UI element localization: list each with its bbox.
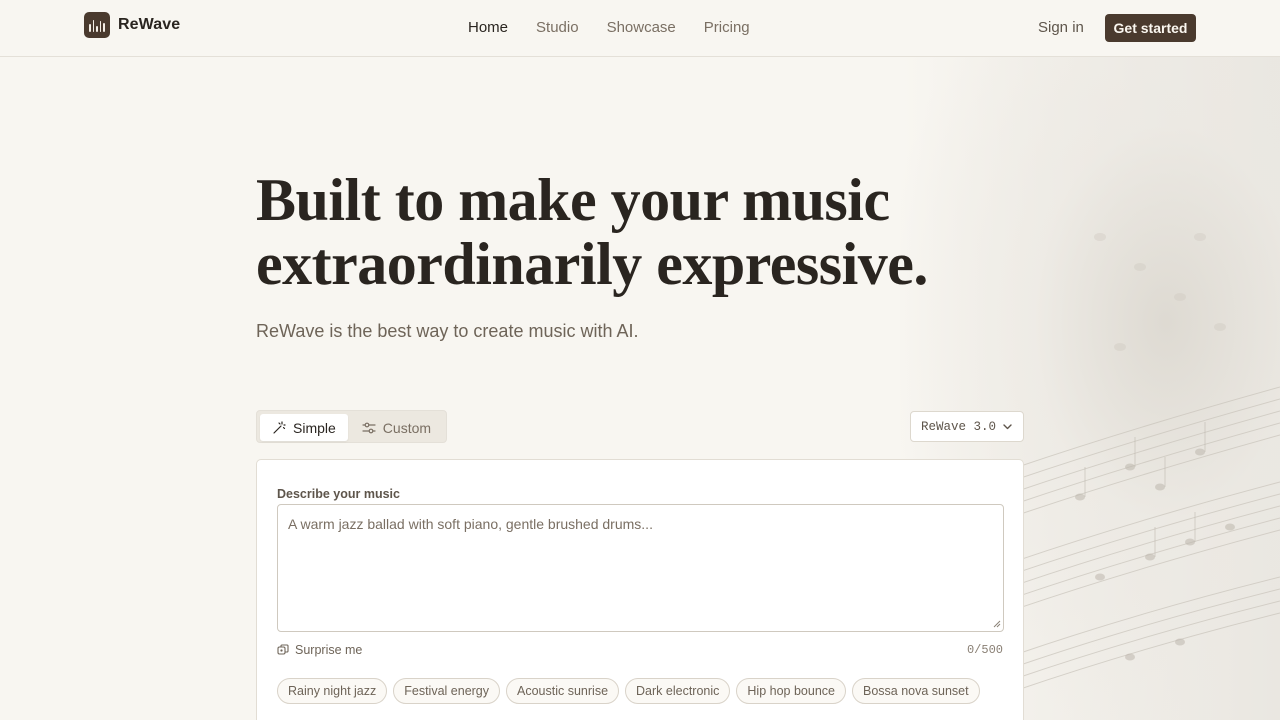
magic-wand-icon xyxy=(273,420,286,434)
model-select[interactable]: ReWave 3.0 xyxy=(910,411,1024,442)
bars-logo-icon xyxy=(84,12,110,38)
suggestion-chip[interactable]: Rainy night jazz xyxy=(277,678,388,704)
describe-music-label: Describe your music xyxy=(277,487,400,501)
mode-custom-label: Custom xyxy=(382,419,432,436)
composer-card: Describe your music Surprise me 0/500 Ra… xyxy=(256,459,1024,720)
brand-logo[interactable]: ReWave xyxy=(84,12,180,38)
chevron-down-icon xyxy=(1003,424,1012,430)
page: ReWave Home Studio Showcase Pricing Sign… xyxy=(0,0,1280,720)
hero-title-line-2: extraordinarily expressive. xyxy=(256,231,928,297)
character-counter: 0/500 xyxy=(966,643,1003,657)
mode-custom-button[interactable]: Custom xyxy=(350,414,443,441)
nav-home[interactable]: Home xyxy=(468,19,508,36)
dice-icon xyxy=(277,644,289,655)
resize-grip-icon[interactable] xyxy=(993,620,1001,628)
hero-title-line-1: Built to make your music xyxy=(256,167,890,233)
mode-simple-label: Simple xyxy=(293,419,336,436)
suggestion-chip[interactable]: Bossa nova sunset xyxy=(851,678,980,704)
suggestion-chip[interactable]: Hip hop bounce xyxy=(736,678,846,704)
suggestion-chip[interactable]: Dark electronic xyxy=(625,678,731,704)
nav-showcase[interactable]: Showcase xyxy=(607,19,676,36)
hero-subtitle: ReWave is the best way to create music w… xyxy=(256,321,639,341)
nav-pricing[interactable]: Pricing xyxy=(704,19,750,36)
sliders-icon xyxy=(362,422,376,433)
main-nav: Home Studio Showcase Pricing xyxy=(468,19,750,36)
brand-name: ReWave xyxy=(118,16,181,33)
get-started-button[interactable]: Get started xyxy=(1105,14,1196,42)
top-header: ReWave Home Studio Showcase Pricing Sign… xyxy=(0,0,1280,57)
nav-studio[interactable]: Studio xyxy=(536,19,579,36)
suggestion-chip[interactable]: Acoustic sunrise xyxy=(506,678,620,704)
mode-simple-button[interactable]: Simple xyxy=(260,414,348,441)
music-description-input[interactable] xyxy=(277,504,1004,632)
suggestion-chips: Rainy night jazz Festival energy Acousti… xyxy=(277,678,980,704)
surprise-me-button[interactable]: Surprise me xyxy=(277,643,362,657)
suggestion-chip[interactable]: Festival energy xyxy=(393,678,501,704)
model-select-value: ReWave 3.0 xyxy=(921,419,997,434)
surprise-me-label: Surprise me xyxy=(295,643,363,657)
hero-title: Built to make your music extraordinarily… xyxy=(256,168,1016,296)
mode-toggle: Simple Custom xyxy=(256,410,448,443)
sign-in-link[interactable]: Sign in xyxy=(1038,19,1084,36)
